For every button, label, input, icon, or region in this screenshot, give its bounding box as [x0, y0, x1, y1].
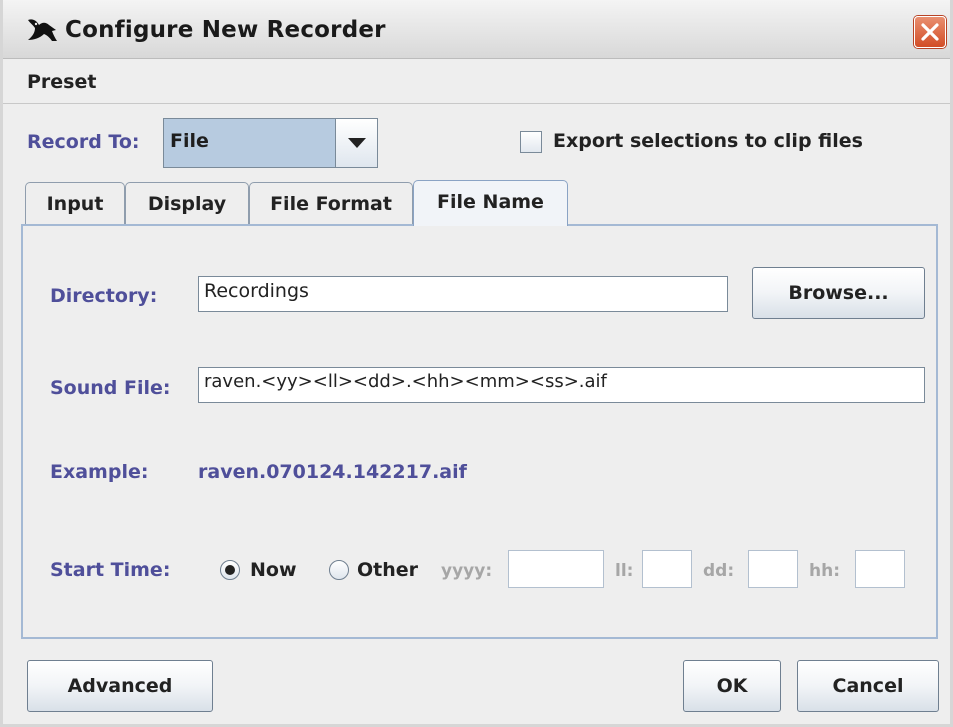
directory-input[interactable]: Recordings: [198, 276, 728, 312]
example-value: raven.070124.142217.aif: [198, 461, 467, 483]
dropdown-arrow-button[interactable]: [335, 119, 377, 167]
radio-now-label[interactable]: Now: [250, 559, 297, 581]
title-bar[interactable]: Configure New Recorder: [3, 0, 950, 59]
browse-button[interactable]: Browse...: [752, 267, 925, 319]
menu-bar: Preset: [3, 59, 950, 104]
example-label: Example:: [50, 461, 149, 483]
tab-input[interactable]: Input: [25, 182, 125, 224]
tab-file-format[interactable]: File Format: [249, 182, 413, 224]
advanced-button[interactable]: Advanced: [27, 660, 213, 712]
tab-file-name[interactable]: File Name: [413, 180, 568, 226]
dd-label: dd:: [703, 561, 735, 581]
raven-app-icon: [28, 19, 57, 41]
sound-file-input[interactable]: raven.<yy><ll><dd>.<hh><mm><ss>.aif: [198, 367, 925, 403]
close-button[interactable]: [914, 16, 946, 48]
configure-recorder-dialog: Configure New Recorder Preset Record To:…: [0, 0, 953, 727]
radio-selected-dot: [225, 565, 235, 575]
hh-input[interactable]: [855, 550, 905, 588]
dd-input[interactable]: [748, 550, 798, 588]
record-to-label: Record To:: [27, 131, 140, 153]
yyyy-label: yyyy:: [441, 561, 493, 581]
start-time-label: Start Time:: [50, 559, 171, 581]
record-to-dropdown[interactable]: File: [163, 118, 378, 168]
chevron-down-icon: [348, 138, 366, 148]
close-icon: [921, 23, 939, 41]
radio-other-label[interactable]: Other: [357, 559, 418, 581]
sound-file-label: Sound File:: [50, 377, 171, 399]
export-selections-label[interactable]: Export selections to clip files: [553, 130, 863, 152]
radio-other[interactable]: [329, 560, 349, 580]
hh-label: hh:: [809, 561, 841, 581]
ok-button[interactable]: OK: [683, 660, 781, 712]
window-title: Configure New Recorder: [65, 17, 386, 43]
ll-label: ll:: [615, 561, 634, 581]
menu-preset[interactable]: Preset: [27, 71, 96, 93]
radio-now[interactable]: [220, 560, 240, 580]
export-selections-checkbox[interactable]: [520, 131, 542, 153]
file-name-panel: Directory: Recordings Browse... Sound Fi…: [21, 224, 938, 639]
cancel-button[interactable]: Cancel: [797, 660, 939, 712]
record-to-selected-value: File: [170, 130, 209, 152]
tab-display[interactable]: Display: [125, 182, 249, 224]
directory-label: Directory:: [50, 285, 158, 307]
ll-input[interactable]: [642, 550, 692, 588]
yyyy-input[interactable]: [508, 550, 604, 588]
